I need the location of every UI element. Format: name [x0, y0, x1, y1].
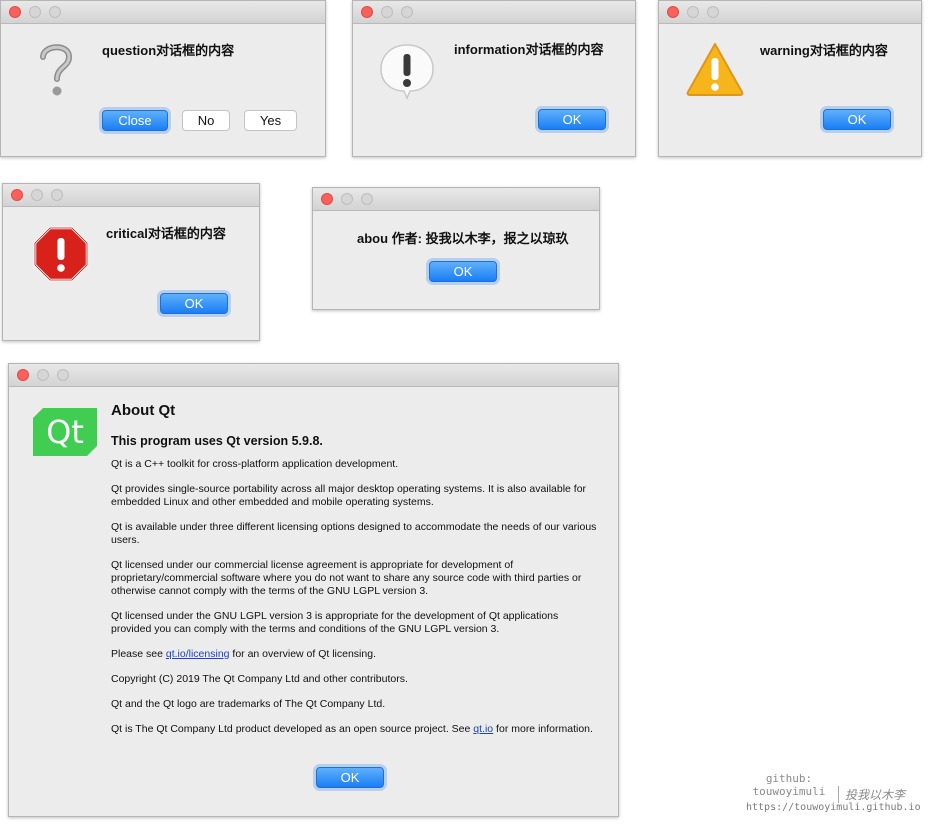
close-window-button[interactable] [17, 369, 29, 381]
ok-button[interactable]: OK [429, 261, 497, 282]
watermark-signature: 投我以木李 [838, 786, 905, 803]
github-watermark: github: touwoyimuli 投我以木李 https://touwoy… [746, 772, 921, 813]
watermark-username: touwoyimuli [752, 785, 826, 798]
close-window-button[interactable] [9, 6, 21, 18]
qt-logo: Qt [33, 408, 97, 456]
paragraph: Qt licensed under the GNU LGPL version 3… [111, 610, 559, 635]
critical-dialog: critical对话框的内容 OK [2, 183, 260, 341]
close-window-button[interactable] [321, 193, 333, 205]
warning-message: warning对话框的内容 [760, 43, 888, 58]
about-dialog: abou 作者: 投我以木李，报之以琼玖 OK [312, 187, 600, 310]
product-paragraph: Qt is The Qt Company Ltd product develop… [111, 723, 601, 736]
copyright-text: Copyright (C) 2019 The Qt Company Ltd an… [111, 673, 408, 685]
ok-button[interactable]: OK [823, 109, 891, 130]
information-icon [380, 44, 434, 100]
warning-dialog: warning对话框的内容 OK [658, 0, 922, 157]
close-window-button[interactable] [11, 189, 23, 201]
title-bar [659, 1, 921, 24]
about-qt-dialog: Qt About Qt This program uses Qt version… [8, 363, 619, 817]
minimize-window-button[interactable] [381, 6, 393, 18]
zoom-window-button[interactable] [57, 369, 69, 381]
paragraph: Qt licensed under our commercial license… [111, 559, 582, 597]
question-icon [40, 44, 73, 96]
title-bar [1, 1, 325, 24]
trademark-text: Qt and the Qt logo are trademarks of The… [111, 698, 386, 710]
paragraph: Qt is available under three different li… [111, 521, 597, 546]
zoom-window-button[interactable] [707, 6, 719, 18]
licensing-text-pre: Please see [111, 648, 166, 660]
product-text-post: for more information. [493, 723, 593, 735]
about-qt-title: About Qt [111, 402, 176, 419]
close-button[interactable]: Close [102, 110, 168, 131]
close-window-button[interactable] [667, 6, 679, 18]
critical-stop-icon [33, 226, 89, 282]
ok-button[interactable]: OK [160, 293, 228, 314]
paragraph: Qt is a C++ toolkit for cross-platform a… [111, 458, 399, 470]
no-button[interactable]: No [182, 110, 230, 131]
minimize-window-button[interactable] [37, 369, 49, 381]
zoom-window-button[interactable] [51, 189, 63, 201]
critical-message: critical对话框的内容 [106, 226, 226, 241]
title-bar [9, 364, 618, 387]
qt-version-line: This program uses Qt version 5.9.8. [111, 434, 323, 448]
zoom-window-button[interactable] [361, 193, 373, 205]
information-message: information对话框的内容 [454, 42, 604, 57]
licensing-text-post: for an overview of Qt licensing. [229, 648, 376, 660]
title-bar [313, 188, 599, 211]
zoom-window-button[interactable] [401, 6, 413, 18]
minimize-window-button[interactable] [31, 189, 43, 201]
minimize-window-button[interactable] [341, 193, 353, 205]
warning-icon [686, 43, 744, 96]
watermark-url: https://touwoyimuli.github.io [746, 802, 921, 813]
question-dialog: question对话框的内容 Close No Yes [0, 0, 326, 157]
information-dialog: information对话框的内容 OK [352, 0, 636, 157]
question-message: question对话框的内容 [102, 43, 235, 58]
minimize-window-button[interactable] [687, 6, 699, 18]
title-bar [353, 1, 635, 24]
yes-button[interactable]: Yes [244, 110, 297, 131]
qt-io-link[interactable]: qt.io [473, 723, 493, 735]
minimize-window-button[interactable] [29, 6, 41, 18]
about-qt-body: Qt is a C++ toolkit for cross-platform a… [111, 458, 601, 748]
product-text-pre: Qt is The Qt Company Ltd product develop… [111, 723, 474, 735]
about-message: abou 作者: 投我以木李，报之以琼玖 [357, 231, 569, 246]
zoom-window-button[interactable] [49, 6, 61, 18]
ok-button[interactable]: OK [316, 767, 384, 788]
ok-button[interactable]: OK [538, 109, 606, 130]
close-window-button[interactable] [361, 6, 373, 18]
qt-logo-text: Qt [46, 413, 84, 451]
licensing-paragraph: Please see qt.io/licensing for an overvi… [111, 648, 601, 661]
title-bar [3, 184, 259, 207]
watermark-github-label: github: [765, 772, 813, 785]
licensing-link[interactable]: qt.io/licensing [166, 648, 230, 660]
paragraph: Qt provides single-source portability ac… [111, 483, 587, 508]
